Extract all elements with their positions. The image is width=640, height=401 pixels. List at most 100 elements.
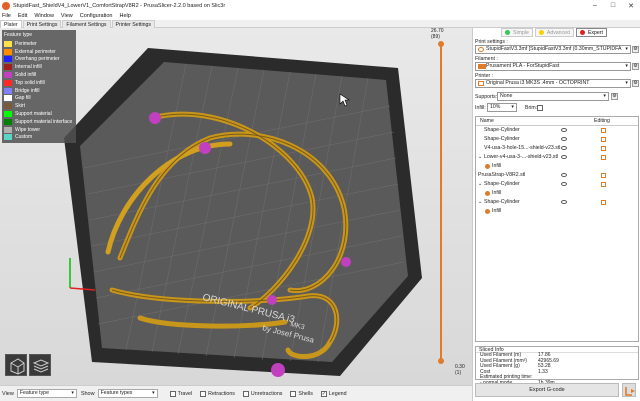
layer-slider-track[interactable] (440, 44, 442, 360)
checkbox-box[interactable] (169, 390, 176, 397)
legend-item: Internal infill (4, 63, 74, 71)
legend-label: Internal infill (15, 64, 42, 71)
edit-object-icon[interactable] (601, 146, 606, 151)
tab-printer-settings[interactable]: Printer Settings (111, 20, 155, 28)
legend-item: Support material interface (4, 118, 74, 126)
name-column-header: Name (480, 118, 494, 124)
legend-color-swatch (4, 64, 12, 71)
legend-color-swatch (4, 103, 12, 110)
send-to-printer-button[interactable] (622, 383, 636, 397)
checkbox-box-checked[interactable]: ✓ (320, 390, 327, 397)
menu-view[interactable]: View (61, 13, 73, 19)
print-settings-edit-button[interactable]: ⚙ (632, 46, 639, 53)
object-list-item[interactable]: ⌄ Shape-Cylinder (476, 198, 638, 207)
supports-select[interactable]: None (497, 92, 609, 101)
shells-checkbox[interactable]: Shells (290, 390, 313, 397)
visibility-eye-icon[interactable] (561, 173, 567, 177)
mode-selector: Simple Advanced Expert (501, 28, 609, 37)
legend-item: Custom (4, 134, 74, 142)
tab-plater[interactable]: Plater (0, 20, 22, 28)
legend-color-swatch (4, 56, 12, 63)
3d-view-toggle-button[interactable] (5, 354, 27, 376)
legend-item: Overhang perimeter (4, 56, 74, 64)
mode-advanced-button[interactable]: Advanced (534, 28, 574, 37)
view-type-select[interactable]: Feature type (16, 389, 77, 398)
infill-modifier-icon (485, 209, 490, 214)
visibility-eye-icon[interactable] (561, 137, 567, 141)
infill-modifier-icon (485, 191, 490, 196)
legend-item: Top solid infill (4, 79, 74, 87)
menu-file[interactable]: File (2, 13, 11, 19)
legend-label: Support material interface (15, 118, 73, 125)
visibility-eye-icon[interactable] (561, 182, 567, 186)
expand-chevron-icon[interactable]: ⌄ (478, 180, 482, 189)
menu-edit[interactable]: Edit (18, 13, 27, 19)
object-infill-modifier-row[interactable]: Infill (476, 207, 638, 216)
right-sidebar: Simple Advanced Expert Print settings : … (472, 28, 640, 401)
filament-select[interactable]: Prusament PLA - ForStupidFast (475, 62, 631, 71)
minimize-button[interactable]: – (586, 0, 604, 11)
close-button[interactable]: ✕ (622, 0, 640, 11)
object-list-item[interactable]: Shape-Cylinder (476, 126, 638, 135)
legend-label: Bridge infill (15, 87, 40, 94)
tab-print-settings[interactable]: Print Settings (22, 20, 62, 28)
visibility-eye-icon[interactable] (561, 146, 567, 150)
object-infill-modifier-row[interactable]: Infill (476, 162, 638, 171)
layers-view-toggle-button[interactable] (29, 354, 51, 376)
legend-item: Wipe tower (4, 126, 74, 134)
menu-window[interactable]: Window (34, 13, 54, 19)
object-infill-modifier-row[interactable]: Infill (476, 189, 638, 198)
printer-edit-button[interactable]: ⚙ (632, 80, 639, 87)
legend-label: Overhang perimeter (15, 56, 60, 63)
object-list-item[interactable]: ⌄ Shape-Cylinder (476, 180, 638, 189)
retractions-checkbox[interactable]: Retractions (200, 390, 235, 397)
print-settings-select[interactable]: StupidFastV3.3mf [StupidFastV3.3mf (0.30… (475, 45, 631, 54)
visibility-eye-icon[interactable] (561, 128, 567, 132)
legend-label: Support material (15, 111, 52, 118)
menu-help[interactable]: Help (119, 13, 130, 19)
edit-object-icon[interactable] (601, 137, 606, 142)
edit-object-icon[interactable] (601, 155, 606, 160)
export-gcode-button[interactable]: Export G-code (475, 383, 619, 397)
show-features-select[interactable]: Feature types (97, 389, 158, 398)
object-list-item[interactable]: ⌄ Lower-v4-usa-3-...-shield-v23.stl (476, 153, 638, 162)
tab-filament-settings[interactable]: Filament Settings (62, 20, 111, 28)
feature-type-legend: Feature type Perimeter External perimeter… (2, 30, 76, 144)
edit-object-icon[interactable] (601, 173, 606, 178)
maximize-button[interactable]: □ (604, 0, 622, 11)
edit-object-icon[interactable] (601, 200, 606, 205)
legend-color-swatch (4, 87, 12, 94)
expand-chevron-icon[interactable]: ⌄ (478, 198, 482, 207)
object-list-item[interactable]: V4-usa-3-hole-15...-shield-v23.stl (476, 144, 638, 153)
infill-select[interactable]: 10% (487, 103, 517, 112)
checkbox-box[interactable] (242, 390, 249, 397)
legend-checkbox[interactable]: ✓ Legend (320, 390, 347, 397)
menu-configuration[interactable]: Configuration (80, 13, 113, 19)
layer-slider-bottom-thumb[interactable] (438, 358, 444, 364)
visibility-eye-icon[interactable] (561, 200, 567, 204)
object-name: Shape-Cylinder (484, 199, 520, 205)
mode-expert-button[interactable]: Expert (575, 28, 607, 37)
object-list-item[interactable]: PrusaStrap-V8R2.stl (476, 171, 638, 180)
layer-slider-top-thumb[interactable] (438, 41, 444, 47)
checkbox-box[interactable] (200, 390, 207, 397)
printer-select[interactable]: Original Prusa i3 MK3S .4mm - OCTOPRINT (475, 79, 631, 88)
filament-edit-button[interactable]: ⚙ (632, 63, 639, 70)
unretractions-checkbox[interactable]: Unretractions (242, 390, 282, 397)
visibility-eye-icon[interactable] (561, 155, 567, 159)
edit-object-icon[interactable] (601, 128, 606, 133)
edit-object-icon[interactable] (601, 182, 606, 187)
object-list-item[interactable]: Shape-Cylinder (476, 135, 638, 144)
travel-checkbox[interactable]: Travel (169, 390, 192, 397)
mode-simple-button[interactable]: Simple (501, 28, 533, 37)
object-list: Name Editing Shape-Cylinder Shape-Cylinde… (475, 116, 639, 342)
brim-checkbox[interactable] (537, 105, 543, 111)
legend-item: Support material (4, 110, 74, 118)
checkbox-box[interactable] (290, 390, 297, 397)
object-rows: Shape-Cylinder Shape-Cylinder V4-usa-3-hol… (476, 126, 638, 216)
expand-chevron-icon[interactable]: ⌄ (478, 153, 482, 162)
filament-color-swatch (478, 64, 486, 69)
3d-preview-viewport[interactable]: ORIGINAL PRUSA i3 MK3 by Josef Prusa Fea… (0, 28, 472, 385)
legend-item: External perimeter (4, 48, 74, 56)
supports-edit-button[interactable]: ⚙ (611, 93, 618, 100)
